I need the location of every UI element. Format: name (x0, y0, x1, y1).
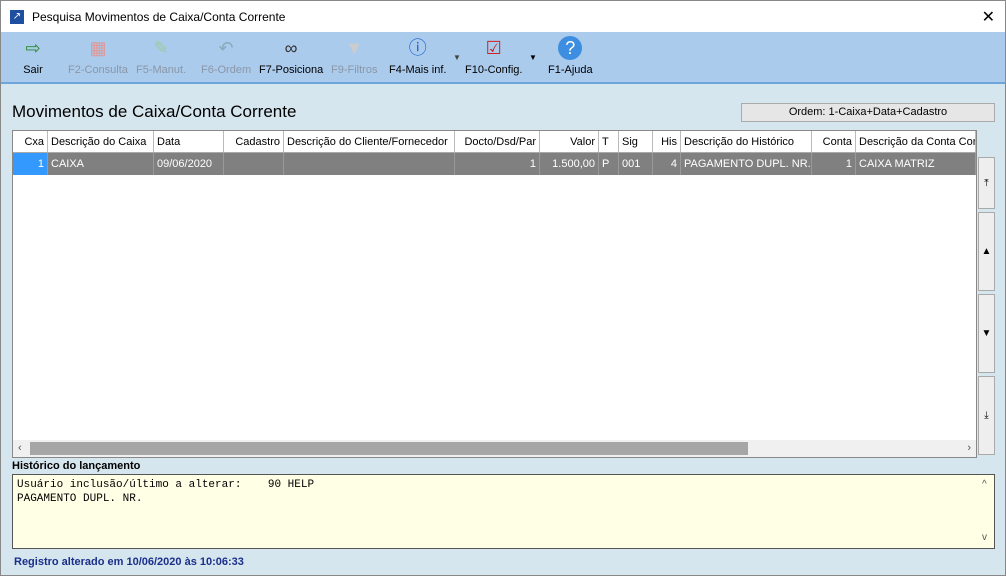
status-text: Registro alterado em 10/06/2020 às 10:06… (14, 556, 244, 568)
column-header[interactable]: Descrição do Caixa (48, 131, 154, 152)
consulta-icon: ▦ (89, 38, 107, 58)
info-icon: ⓘ (408, 38, 427, 58)
config-dropdown[interactable]: ▼ (529, 53, 537, 62)
column-header[interactable]: His (653, 131, 681, 152)
table-cell: CAIXA MATRIZ (856, 153, 976, 175)
app-icon: ↗ (10, 9, 24, 24)
table-cell: CAIXA (48, 153, 154, 175)
column-header[interactable]: Descrição do Histórico (681, 131, 812, 152)
first-record-button[interactable]: ⤒ (978, 157, 995, 209)
table-header: Cxa Descrição do Caixa Data Cadastro Descriç… (13, 131, 976, 153)
column-header[interactable]: Sig (619, 131, 653, 152)
table-cell (224, 153, 284, 175)
column-header[interactable]: Descrição da Conta Con (856, 131, 976, 152)
table-cell: 1.500,00 (540, 153, 599, 175)
posiciona-button[interactable]: ∞ F7-Posiciona (259, 36, 323, 76)
table-row[interactable]: 1 CAIXA 09/06/2020 1 1.500,00 P 001 4 PAGAMENTO … (13, 153, 976, 175)
binoculars-icon: ∞ (284, 38, 298, 58)
title-bar: ↗ Pesquisa Movimentos de Caixa/Conta Cor… (1, 1, 1005, 32)
last-record-button[interactable]: ⤓ (978, 376, 995, 455)
history-label: Histórico do lançamento (12, 460, 141, 472)
table-cell: 09/06/2020 (154, 153, 224, 175)
memo-scrollbar[interactable]: ^ v (978, 475, 994, 548)
table-cell: 1 (455, 153, 540, 175)
sair-button[interactable]: ⇨ Sair (21, 36, 45, 76)
checklist-icon: ☑ (485, 38, 502, 58)
scroll-left-icon[interactable]: ‹ (18, 440, 22, 457)
toolbar: ⇨ Sair ▦ F2-Consulta ✎ F5-Manut. ↶ F6-Ordem … (1, 32, 1005, 84)
next-page-button[interactable]: ▼ (978, 294, 995, 373)
window-title: Pesquisa Movimentos de Caixa/Conta Corre… (32, 9, 286, 24)
edit-icon: ✎ (153, 38, 169, 58)
movements-table[interactable]: Cxa Descrição do Caixa Data Cadastro Descriç… (12, 130, 977, 458)
table-cell: 4 (653, 153, 681, 175)
order-indicator[interactable]: Ordem: 1-Caixa+Data+Cadastro (741, 103, 995, 122)
exit-door-icon: ⇨ (25, 38, 41, 58)
table-cell: 001 (619, 153, 653, 175)
table-cell (284, 153, 455, 175)
scroll-right-icon[interactable]: › (967, 440, 971, 457)
table-cell: PAGAMENTO DUPL. NR. (681, 153, 812, 175)
close-button[interactable]: ✕ (982, 7, 995, 27)
column-header[interactable]: Data (154, 131, 224, 152)
column-header[interactable]: Descrição do Cliente/Fornecedor (284, 131, 455, 152)
column-header[interactable]: T (599, 131, 619, 152)
undo-icon: ↶ (218, 38, 234, 58)
table-cell: P (599, 153, 619, 175)
column-header[interactable]: Conta (812, 131, 856, 152)
table-cell: 1 (13, 153, 48, 175)
scroll-thumb[interactable] (30, 442, 748, 455)
column-header[interactable]: Docto/Dsd/Par (455, 131, 540, 152)
filter-icon: ▼ (345, 38, 364, 58)
history-text: Usuário inclusão/último a alterar: 90 HE… (17, 479, 315, 505)
mais-inf-button[interactable]: ⓘ F4-Mais inf. (389, 36, 446, 76)
column-header[interactable]: Cxa (13, 131, 48, 152)
history-memo[interactable]: Usuário inclusão/último a alterar: 90 HE… (12, 474, 995, 549)
page-title: Movimentos de Caixa/Conta Corrente (12, 102, 297, 121)
config-button[interactable]: ☑ F10-Config. (465, 36, 522, 76)
prev-page-button[interactable]: ▲ (978, 212, 995, 291)
manut-button[interactable]: ✎ F5-Manut. (136, 36, 186, 76)
mais-inf-dropdown[interactable]: ▼ (453, 53, 461, 62)
ajuda-button[interactable]: ? F1-Ajuda (548, 36, 593, 76)
horizontal-scrollbar[interactable]: ‹ › (13, 440, 976, 457)
column-header[interactable]: Cadastro (224, 131, 284, 152)
help-icon: ? (558, 36, 583, 60)
filtros-button[interactable]: ▼ F9-Filtros (331, 36, 377, 76)
consulta-button[interactable]: ▦ F2-Consulta (68, 36, 128, 76)
table-cell: 1 (812, 153, 856, 175)
ordem-button[interactable]: ↶ F6-Ordem (201, 36, 251, 76)
column-header[interactable]: Valor (540, 131, 599, 152)
